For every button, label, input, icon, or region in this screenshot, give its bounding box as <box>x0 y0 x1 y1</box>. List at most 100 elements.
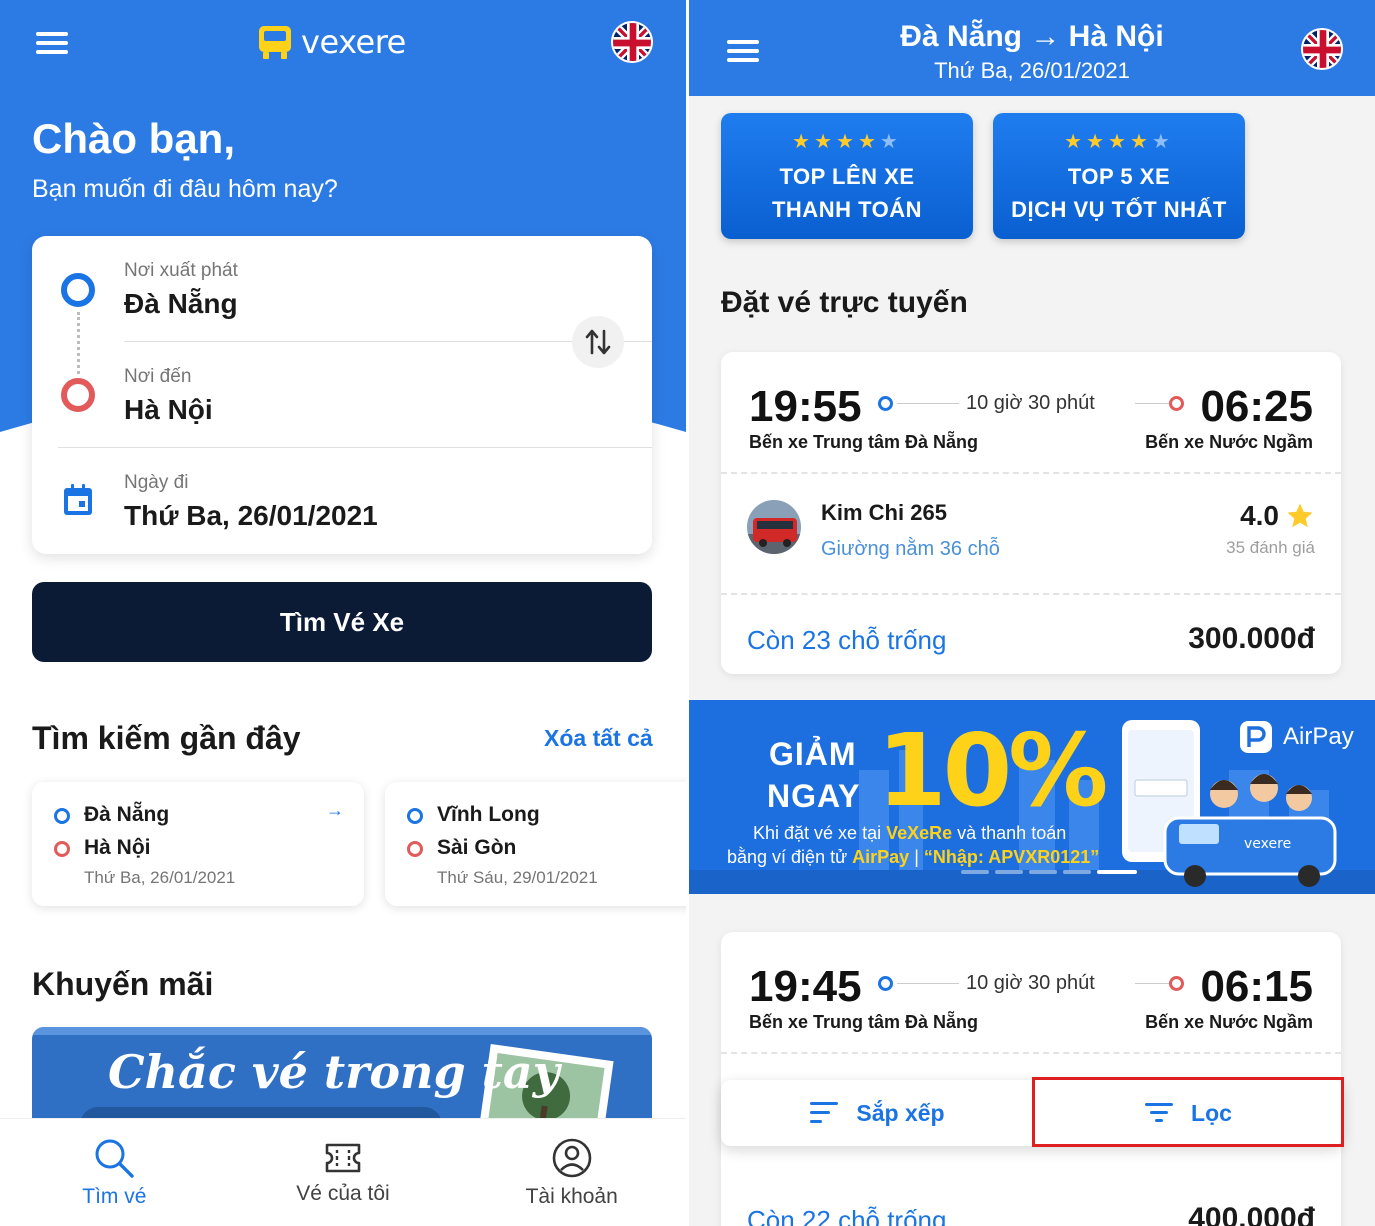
sort-filter-bar: Sắp xếp Lọc <box>721 1080 1343 1146</box>
nav-tab-my-tickets[interactable]: Vé của tôi <box>229 1119 458 1226</box>
bus-logo-text: vexere <box>1244 836 1292 852</box>
sort-button[interactable]: Sắp xếp <box>721 1080 1032 1146</box>
recent-searches-title: Tìm kiếm gần đây <box>32 720 301 756</box>
depart-time: 19:45 <box>749 962 862 1011</box>
greeting-subtitle: Bạn muốn đi đâu hôm nay? <box>32 175 338 203</box>
recent-search-card[interactable]: Vĩnh Long Sài Gòn Thứ Sáu, 29/01/2021 <box>385 782 686 906</box>
bus-type: Giường nằm 36 chỗ <box>821 538 1000 560</box>
logo-wordmark: vexere <box>301 23 406 61</box>
seats-available: Còn 22 chỗ trống <box>747 1205 947 1226</box>
swap-button[interactable] <box>572 316 624 368</box>
trip-duration: 10 giờ 30 phút <box>966 972 1095 994</box>
star-icon <box>1287 503 1313 528</box>
arrive-ring-icon <box>1169 396 1184 411</box>
airpay-promo-banner[interactable]: GIẢM NGAY 10% Khi đặt vé xe tại VeXeRe v… <box>689 700 1375 894</box>
results-header: Đà Nẵng → Hà Nội Thứ Ba, 26/01/2021 <box>689 0 1375 96</box>
carousel-indicator <box>961 870 1137 874</box>
screenshot-root: vexere Chào bạn, Bạn muốn đi đâu hôm nay… <box>0 0 1375 1226</box>
route-from: Đà Nẵng <box>900 20 1022 53</box>
greeting-title: Chào bạn, <box>32 115 236 162</box>
destination-label: Nơi đến <box>124 366 192 387</box>
origin-field[interactable]: Đà Nẵng <box>124 288 238 320</box>
origin-ring-icon <box>54 808 70 824</box>
date-field[interactable]: Thứ Ba, 26/01/2021 <box>124 500 378 532</box>
search-results-screen: Đà Nẵng → Hà Nội Thứ Ba, 26/01/2021 ★★★★… <box>689 0 1375 1226</box>
recent-from: Vĩnh Long <box>437 803 540 826</box>
carousel-dot-active[interactable] <box>1097 870 1137 874</box>
carousel-dot[interactable] <box>995 870 1023 874</box>
filter-icon <box>1145 1103 1174 1122</box>
seats-available: Còn 23 chỗ trống <box>747 625 947 655</box>
carousel-dot[interactable] <box>1029 870 1057 874</box>
trip-duration: 10 giờ 30 phút <box>966 392 1095 414</box>
depart-ring-icon <box>878 396 893 411</box>
top-payment-badge[interactable]: ★★★★★ TOP LÊN XE THANH TOÁN <box>721 113 973 239</box>
carousel-dot[interactable] <box>1063 870 1091 874</box>
route-dotted-line <box>77 312 80 374</box>
destination-ring-icon <box>54 841 70 857</box>
sort-label: Sắp xếp <box>856 1099 945 1126</box>
arrive-station: Bến xe Nước Ngầm <box>1145 432 1313 452</box>
recent-to: Hà Nội <box>84 836 151 859</box>
promotions-title: Khuyến mãi <box>32 966 214 1002</box>
airpay-logo: AirPay <box>1237 718 1354 756</box>
hamburger-menu-icon[interactable] <box>34 28 70 58</box>
route-date: Thứ Ba, 26/01/2021 <box>934 58 1130 83</box>
promo-percent: 10% <box>877 712 1108 829</box>
search-tickets-button[interactable]: Tìm Vé Xe <box>32 582 652 662</box>
recent-date: Thứ Sáu, 29/01/2021 <box>437 868 598 887</box>
operator-name: Kim Chi 265 <box>821 500 947 525</box>
operator-avatar <box>747 500 801 554</box>
arrive-time: 06:25 <box>1200 382 1313 431</box>
ticket-icon <box>325 1143 361 1172</box>
promo-line-2: bằng ví điện tử AirPay | “Nhập: APVXR012… <box>727 847 1100 867</box>
uk-flag-icon[interactable] <box>611 21 653 63</box>
vexere-logo: vexere <box>255 20 406 64</box>
arrive-ring-icon <box>1169 976 1184 991</box>
filter-button[interactable]: Lọc <box>1032 1080 1343 1146</box>
top-service-badge[interactable]: ★★★★★ TOP 5 XE DỊCH VỤ TỐT NHẤT <box>993 113 1245 239</box>
nav-tab-search[interactable]: Tìm vé <box>0 1119 229 1226</box>
card-divider <box>721 1052 1341 1054</box>
arrive-station: Bến xe Nước Ngầm <box>1145 1012 1313 1032</box>
trip-card[interactable]: 19:55 10 giờ 30 phút 06:25 Bến xe Trung … <box>721 352 1341 674</box>
origin-label: Nơi xuất phát <box>124 260 238 281</box>
badge-stars: ★★★★★ <box>792 131 902 153</box>
depart-station: Bến xe Trung tâm Đà Nẵng <box>749 432 979 452</box>
sort-icon <box>810 1102 839 1123</box>
recent-to: Sài Gòn <box>437 836 517 859</box>
duration-line <box>1135 403 1169 404</box>
origin-ring-icon <box>407 808 423 824</box>
nav-tab-account[interactable]: Tài khoản <box>457 1119 686 1226</box>
online-booking-title: Đặt vé trực tuyến <box>721 286 968 319</box>
trip-card[interactable]: 19:45 10 giờ 30 phút 06:15 Bến xe Trung … <box>721 932 1341 1226</box>
duration-line <box>897 403 959 404</box>
nav-label: Tài khoản <box>525 1184 618 1208</box>
bottom-navigation: Tìm vé Vé của tôi Tài khoản <box>0 1118 686 1226</box>
search-form-card: Nơi xuất phát Đà Nẵng Nơi đến Hà Nội Ngà… <box>32 236 652 554</box>
calendar-icon <box>64 484 92 515</box>
operator-rating: 4.0 <box>1240 500 1315 532</box>
recent-search-card[interactable]: Đà Nẵng Hà Nội Thứ Ba, 26/01/2021 → <box>32 782 364 906</box>
promo-word-giam: GIẢM <box>769 736 857 772</box>
uk-flag-icon[interactable] <box>1301 28 1343 70</box>
review-count: 35 đánh giá <box>1226 538 1315 557</box>
badge-line-1: TOP LÊN XE <box>779 164 915 189</box>
ticket-price: 300.000đ <box>1188 622 1315 655</box>
promo-line-1: Khi đặt vé xe tại VeXeRe và thanh toán <box>753 823 1067 843</box>
depart-time: 19:55 <box>749 382 862 431</box>
depart-ring-icon <box>878 976 893 991</box>
depart-station: Bến xe Trung tâm Đà Nẵng <box>749 1012 979 1032</box>
route-title: Đà Nẵng → Hà Nội <box>689 20 1375 54</box>
date-label: Ngày đi <box>124 472 189 493</box>
arrow-right-icon: → <box>326 800 344 820</box>
duration-line <box>897 983 959 984</box>
destination-field[interactable]: Hà Nội <box>124 394 213 426</box>
destination-ring-icon <box>407 841 423 857</box>
destination-ring-icon <box>61 378 95 412</box>
destination-divider <box>58 447 652 448</box>
clear-all-link[interactable]: Xóa tất cả <box>544 725 653 752</box>
carousel-dot[interactable] <box>961 870 989 874</box>
nav-label: Tìm vé <box>82 1184 147 1208</box>
promotion-banner-text: Chắc vé trong tay <box>108 1045 560 1099</box>
